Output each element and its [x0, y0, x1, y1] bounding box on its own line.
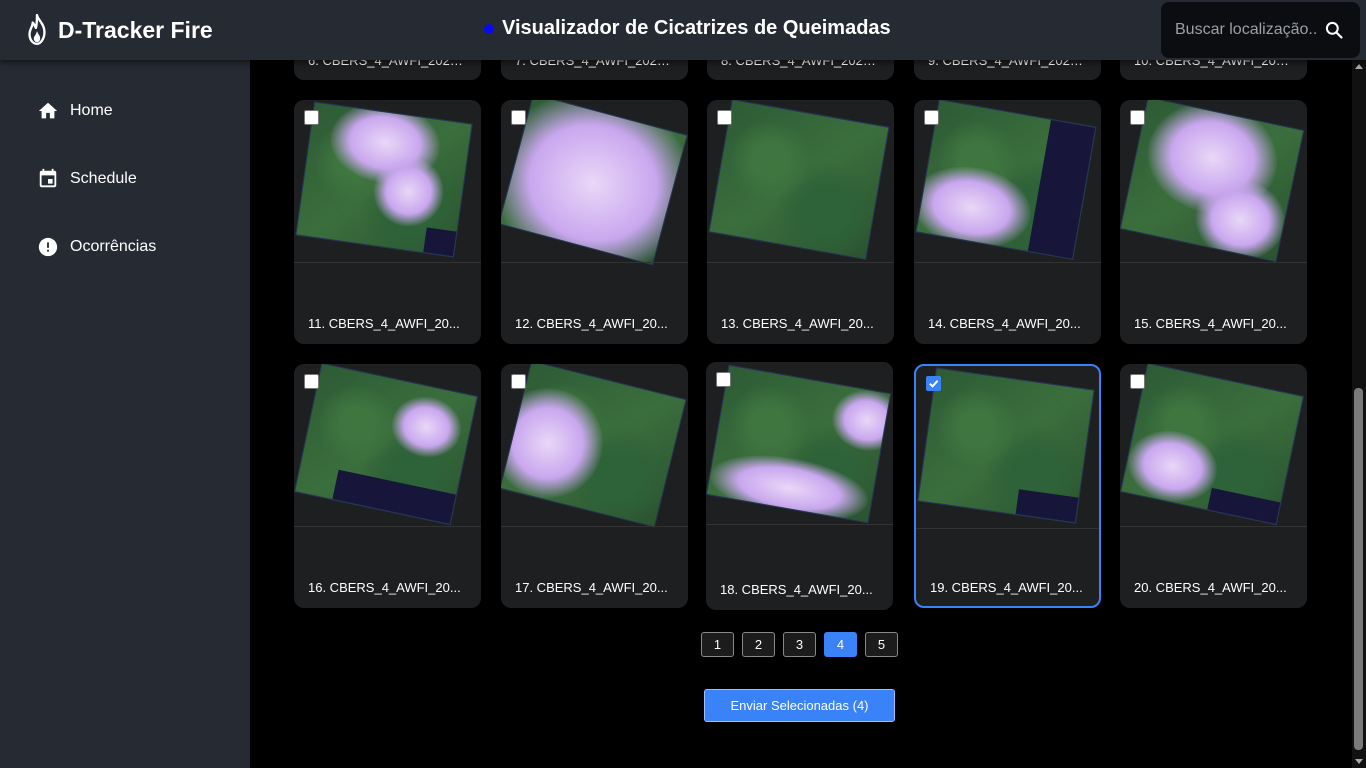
satellite-thumbnail [706, 362, 893, 524]
scroll-thumb[interactable] [1354, 388, 1363, 750]
satellite-thumbnail [294, 100, 481, 262]
card-divider [501, 526, 688, 527]
card-divider [706, 524, 893, 525]
page-button-1[interactable]: 1 [701, 632, 734, 657]
select-checkbox[interactable] [304, 110, 319, 125]
calendar-icon [39, 168, 57, 188]
alert-icon [38, 237, 58, 257]
sidebar: Home Schedule Ocorrências [0, 60, 250, 768]
satellite-thumbnail [294, 364, 481, 526]
card-divider [294, 262, 481, 263]
satellite-thumbnail [916, 366, 1099, 528]
image-card[interactable]: 9. CBERS_4_AWFI_202… [914, 60, 1101, 80]
app-logo[interactable]: D-Tracker Fire [24, 12, 213, 48]
sidebar-item-schedule[interactable]: Schedule [37, 165, 137, 193]
image-card[interactable]: 17. CBERS_4_AWFI_20... [501, 364, 688, 608]
search-input[interactable] [1175, 21, 1317, 39]
image-card[interactable]: 8. CBERS_4_AWFI_202… [707, 60, 894, 80]
sidebar-item-label: Ocorrências [70, 238, 157, 255]
select-checkbox[interactable] [1130, 374, 1145, 389]
select-checkbox[interactable] [511, 374, 526, 389]
image-card-label: 10. CBERS_4_AWFI_20… [1134, 60, 1289, 68]
satellite-thumbnail [501, 100, 688, 266]
select-checkbox[interactable] [304, 374, 319, 389]
page-title-group: Visualizador de Cicatrizes de Queimadas [484, 17, 891, 40]
image-card[interactable]: 10. CBERS_4_AWFI_20… [1120, 60, 1307, 80]
image-card-label: 7. CBERS_4_AWFI_202… [515, 60, 670, 68]
image-card[interactable]: 11. CBERS_4_AWFI_20... [294, 100, 481, 344]
sidebar-item-label: Home [70, 102, 113, 119]
image-card[interactable]: 12. CBERS_4_AWFI_20... [501, 100, 688, 344]
image-card-label: 12. CBERS_4_AWFI_20... [515, 316, 668, 331]
image-card-label: 19. CBERS_4_AWFI_20... [930, 580, 1083, 595]
select-checkbox[interactable] [924, 110, 939, 125]
page-button-2[interactable]: 2 [742, 632, 775, 657]
image-card-label: 20. CBERS_4_AWFI_20... [1134, 580, 1287, 595]
image-grid-area: 6. CBERS_4_AWFI_202… 7. CBERS_4_AWFI_202… [250, 60, 1352, 768]
send-selected-button[interactable]: Enviar Selecionadas (4) [704, 689, 895, 722]
page-button-5[interactable]: 5 [865, 632, 898, 657]
image-card-label: 9. CBERS_4_AWFI_202… [928, 60, 1083, 68]
vertical-scrollbar[interactable] [1352, 60, 1366, 768]
image-card-label: 17. CBERS_4_AWFI_20... [515, 580, 668, 595]
sidebar-item-ocorrencias[interactable]: Ocorrências [37, 233, 156, 261]
card-divider [1120, 262, 1307, 263]
select-checkbox[interactable] [926, 376, 941, 391]
select-checkbox[interactable] [716, 372, 731, 387]
page-button-4[interactable]: 4 [824, 632, 857, 657]
image-card[interactable]: 6. CBERS_4_AWFI_202… [294, 60, 481, 80]
image-card-label: 18. CBERS_4_AWFI_20... [720, 582, 873, 597]
sidebar-item-home[interactable]: Home [37, 97, 113, 125]
top-app-bar: D-Tracker Fire Visualizador de Cicatrize… [0, 0, 1366, 60]
card-divider [707, 262, 894, 263]
scroll-down-icon[interactable] [1355, 759, 1363, 764]
image-card[interactable]: 18. CBERS_4_AWFI_20... [706, 362, 893, 610]
image-card-label: 8. CBERS_4_AWFI_202… [721, 60, 876, 68]
pagination: 1 2 3 4 5 [701, 632, 906, 657]
card-divider [1120, 526, 1307, 527]
satellite-thumbnail [501, 364, 688, 528]
scroll-up-icon[interactable] [1355, 64, 1363, 69]
image-card[interactable]: 14. CBERS_4_AWFI_20... [914, 100, 1101, 344]
status-dot [484, 23, 494, 34]
image-card[interactable]: 7. CBERS_4_AWFI_202… [501, 60, 688, 80]
select-checkbox[interactable] [511, 110, 526, 125]
search-box [1161, 2, 1360, 58]
select-checkbox[interactable] [1130, 110, 1145, 125]
image-card[interactable]: 20. CBERS_4_AWFI_20... [1120, 364, 1307, 608]
page-button-3[interactable]: 3 [783, 632, 816, 657]
card-divider [916, 528, 1099, 529]
image-card-label: 6. CBERS_4_AWFI_202… [308, 60, 463, 68]
image-card-label: 13. CBERS_4_AWFI_20... [721, 316, 874, 331]
satellite-thumbnail [707, 100, 894, 262]
card-divider [294, 526, 481, 527]
satellite-thumbnail [1120, 364, 1307, 526]
image-card-selected[interactable]: 19. CBERS_4_AWFI_20... [914, 364, 1101, 608]
image-card-label: 16. CBERS_4_AWFI_20... [308, 580, 461, 595]
checkmark-icon [929, 380, 939, 388]
page-title: Visualizador de Cicatrizes de Queimadas [502, 17, 891, 39]
home-icon [38, 102, 58, 119]
image-card[interactable]: 15. CBERS_4_AWFI_20... [1120, 100, 1307, 344]
image-card[interactable]: 13. CBERS_4_AWFI_20... [707, 100, 894, 344]
card-divider [914, 262, 1101, 263]
image-card-label: 14. CBERS_4_AWFI_20... [928, 316, 1081, 331]
satellite-thumbnail [1120, 100, 1307, 263]
sidebar-item-label: Schedule [70, 170, 137, 187]
search-icon[interactable] [1324, 20, 1344, 40]
app-title: D-Tracker Fire [58, 16, 213, 43]
image-card-label: 15. CBERS_4_AWFI_20... [1134, 316, 1287, 331]
card-divider [501, 262, 688, 263]
satellite-thumbnail [914, 100, 1101, 262]
flame-icon [28, 14, 46, 46]
image-card-label: 11. CBERS_4_AWFI_20... [308, 316, 460, 331]
select-checkbox[interactable] [717, 110, 732, 125]
image-card[interactable]: 16. CBERS_4_AWFI_20... [294, 364, 481, 608]
